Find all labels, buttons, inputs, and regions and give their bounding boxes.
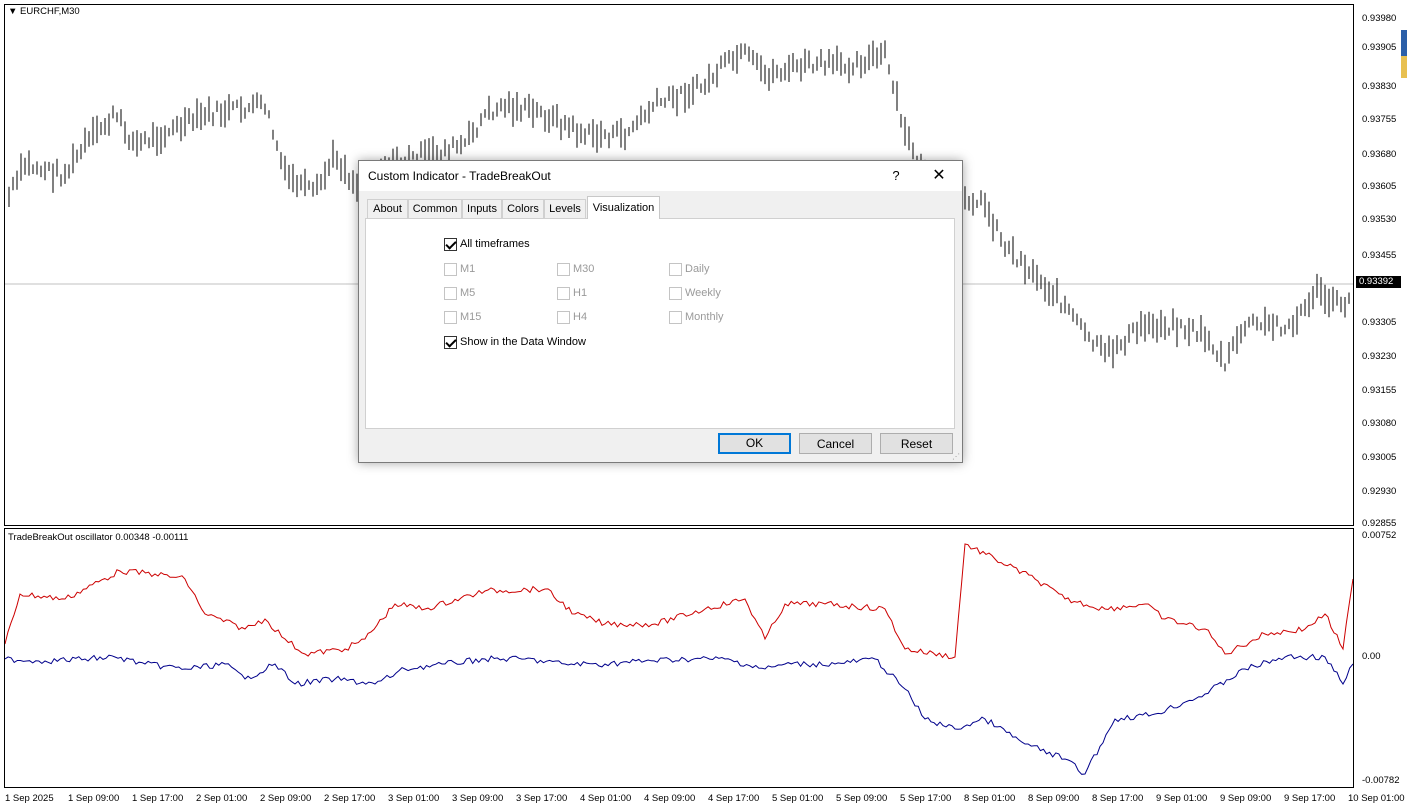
m5-label: M5 bbox=[460, 287, 476, 299]
time-axis-label: 3 Sep 01:00 bbox=[388, 793, 440, 804]
price-axis-label: 0.93305 bbox=[1362, 317, 1397, 328]
daily-checkbox[interactable] bbox=[669, 263, 682, 276]
time-axis-label: 9 Sep 01:00 bbox=[1156, 793, 1208, 804]
price-axis-label: 0.93605 bbox=[1362, 181, 1397, 192]
time-axis-label: 2 Sep 01:00 bbox=[196, 793, 248, 804]
m15-label: M15 bbox=[460, 311, 482, 323]
time-axis-label: 3 Sep 09:00 bbox=[452, 793, 504, 804]
h4-checkbox[interactable] bbox=[557, 311, 570, 324]
all-timeframes-checkbox[interactable] bbox=[444, 238, 457, 251]
price-axis-label: 0.93680 bbox=[1362, 149, 1397, 160]
time-axis-label: 4 Sep 09:00 bbox=[644, 793, 696, 804]
price-axis-label: 0.93455 bbox=[1362, 250, 1397, 261]
h1-label: H1 bbox=[573, 287, 588, 299]
close-icon[interactable]: ✕ bbox=[925, 164, 953, 188]
resize-grip-icon[interactable]: ⋰ bbox=[952, 452, 960, 461]
time-axis-label: 4 Sep 17:00 bbox=[708, 793, 760, 804]
weekly-checkbox[interactable] bbox=[669, 287, 682, 300]
m1-label: M1 bbox=[460, 263, 476, 275]
time-axis-label: 3 Sep 17:00 bbox=[516, 793, 568, 804]
time-axis-label: 9 Sep 09:00 bbox=[1220, 793, 1272, 804]
dialog-titlebar[interactable]: Custom Indicator - TradeBreakOut ? ✕ bbox=[359, 161, 962, 191]
osc-axis-zero: 0.00 bbox=[1362, 651, 1381, 662]
time-axis-label: 5 Sep 17:00 bbox=[900, 793, 952, 804]
custom-indicator-dialog: Custom Indicator - TradeBreakOut ? ✕ Abo… bbox=[358, 160, 963, 463]
time-axis-label: 9 Sep 17:00 bbox=[1284, 793, 1336, 804]
triangle-down-icon: ▼ bbox=[8, 6, 18, 17]
show-data-window-checkbox[interactable] bbox=[444, 336, 457, 349]
oscillator-chart[interactable] bbox=[4, 528, 1354, 788]
m30-label: M30 bbox=[573, 263, 595, 275]
symbol-label: ▼ EURCHF,M30 bbox=[8, 6, 80, 17]
price-axis-label: 0.93530 bbox=[1362, 214, 1397, 225]
side-panel-strip-accent bbox=[1401, 56, 1407, 78]
dialog-title: Custom Indicator - TradeBreakOut bbox=[368, 169, 551, 183]
weekly-label: Weekly bbox=[685, 287, 721, 299]
help-button[interactable]: ? bbox=[885, 166, 907, 186]
m30-checkbox[interactable] bbox=[557, 263, 570, 276]
current-price-badge: 0.93392 bbox=[1356, 276, 1401, 288]
tab-common[interactable]: Common bbox=[408, 199, 462, 218]
osc-axis-top: 0.00752 bbox=[1362, 530, 1397, 541]
monthly-label: Monthly bbox=[685, 311, 724, 323]
monthly-checkbox[interactable] bbox=[669, 311, 682, 324]
time-axis-label: 2 Sep 17:00 bbox=[324, 793, 376, 804]
osc-axis-bottom: -0.00782 bbox=[1362, 775, 1400, 786]
oscillator-title: TradeBreakOut oscillator 0.00348 -0.0011… bbox=[8, 532, 189, 543]
h1-checkbox[interactable] bbox=[557, 287, 570, 300]
price-axis-label: 0.93080 bbox=[1362, 418, 1397, 429]
time-axis-label: 10 Sep 01:00 bbox=[1348, 793, 1405, 804]
price-axis-label: 0.93155 bbox=[1362, 385, 1397, 396]
time-axis-label: 1 Sep 2025 bbox=[5, 793, 54, 804]
price-axis-label: 0.93005 bbox=[1362, 452, 1397, 463]
m1-checkbox[interactable] bbox=[444, 263, 457, 276]
oscillator-line-blue bbox=[5, 653, 1353, 775]
m15-checkbox[interactable] bbox=[444, 311, 457, 324]
price-axis-label: 0.93980 bbox=[1362, 13, 1397, 24]
show-data-window-label: Show in the Data Window bbox=[460, 336, 586, 348]
time-axis-label: 8 Sep 17:00 bbox=[1092, 793, 1144, 804]
time-axis-label: 8 Sep 01:00 bbox=[964, 793, 1016, 804]
price-axis-label: 0.93230 bbox=[1362, 351, 1397, 362]
price-axis-label: 0.93755 bbox=[1362, 114, 1397, 125]
all-timeframes-label: All timeframes bbox=[460, 238, 530, 250]
tab-levels[interactable]: Levels bbox=[544, 199, 586, 218]
daily-label: Daily bbox=[685, 263, 710, 275]
time-axis-label: 5 Sep 01:00 bbox=[772, 793, 824, 804]
price-axis-label: 0.92855 bbox=[1362, 518, 1397, 529]
h4-label: H4 bbox=[573, 311, 588, 323]
tab-visualization[interactable]: Visualization bbox=[587, 196, 660, 219]
m5-checkbox[interactable] bbox=[444, 287, 457, 300]
tab-about[interactable]: About bbox=[367, 199, 408, 218]
oscillator-line-red bbox=[5, 543, 1353, 660]
reset-button[interactable]: Reset bbox=[880, 433, 953, 454]
oscillator-lines bbox=[5, 543, 1353, 775]
price-axis-label: 0.93830 bbox=[1362, 81, 1397, 92]
time-axis-label: 2 Sep 09:00 bbox=[260, 793, 312, 804]
time-axis-label: 5 Sep 09:00 bbox=[836, 793, 888, 804]
cancel-button[interactable]: Cancel bbox=[799, 433, 872, 454]
tab-inputs[interactable]: Inputs bbox=[462, 199, 502, 218]
time-axis-label: 8 Sep 09:00 bbox=[1028, 793, 1080, 804]
time-axis-label: 4 Sep 01:00 bbox=[580, 793, 632, 804]
ok-button[interactable]: OK bbox=[718, 433, 791, 454]
tab-colors[interactable]: Colors bbox=[502, 199, 544, 218]
visualization-panel: All timeframes M1 M30 Daily M5 H1 Weekly… bbox=[365, 218, 955, 429]
price-axis-label: 0.92930 bbox=[1362, 486, 1397, 497]
time-axis-label: 1 Sep 17:00 bbox=[132, 793, 184, 804]
time-axis-label: 1 Sep 09:00 bbox=[68, 793, 120, 804]
price-axis-label: 0.93905 bbox=[1362, 42, 1397, 53]
